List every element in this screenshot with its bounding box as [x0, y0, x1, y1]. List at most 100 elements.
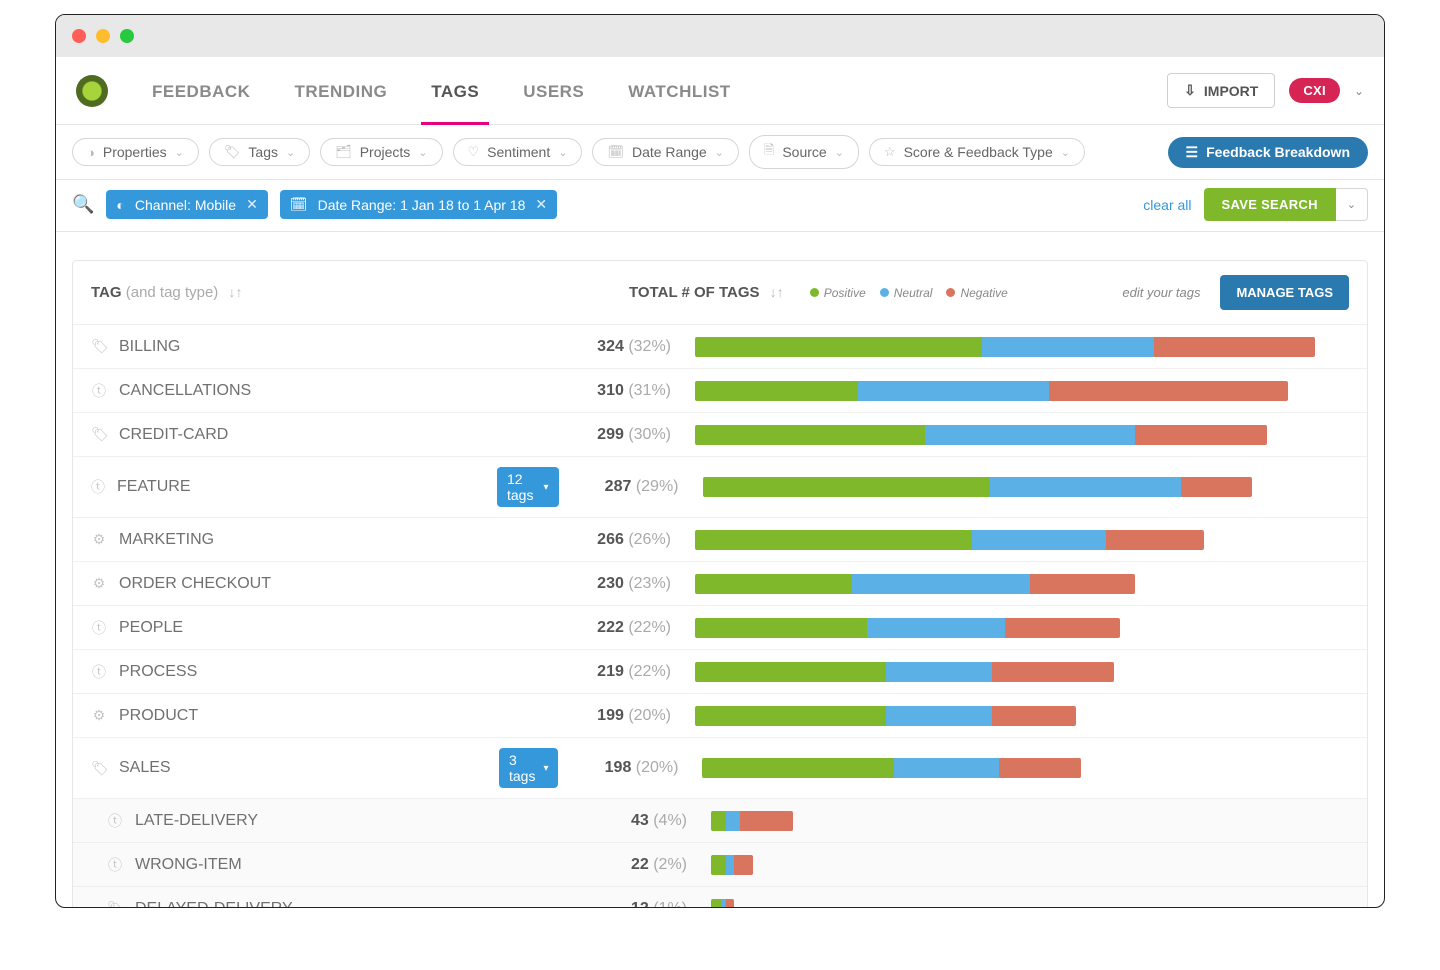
- tag-name: CREDIT-CARD: [119, 426, 499, 444]
- sentiment-bar: [702, 758, 1081, 778]
- tag-name: ORDER CHECKOUT: [119, 575, 499, 593]
- manage-tags-button[interactable]: MANAGE TAGS: [1220, 275, 1349, 310]
- tag-row[interactable]: 🏷CREDIT-CARD299 (30%): [73, 413, 1367, 457]
- properties-icon: ◑: [87, 145, 95, 160]
- chevron-down-icon: ▾: [543, 763, 548, 774]
- filter-bar: ◑Properties⌄ 🏷Tags⌄ 🗂Projects⌄ ♡Sentimen…: [56, 125, 1384, 180]
- filter-sentiment[interactable]: ♡Sentiment⌄: [453, 138, 583, 166]
- download-icon: ⇩: [1184, 82, 1196, 99]
- sentiment-bar: [703, 477, 1252, 497]
- tag-row[interactable]: ⓣLATE-DELIVERY43 (4%): [73, 799, 1367, 843]
- tag-name: PROCESS: [119, 663, 499, 681]
- user-menu-chevron-icon[interactable]: ⌄: [1354, 84, 1364, 98]
- tag-row[interactable]: 🏷SALES3 tags▾198 (20%): [73, 738, 1367, 799]
- type-icon: ⓣ: [107, 811, 123, 831]
- user-badge[interactable]: CXI: [1289, 78, 1340, 103]
- tag-row[interactable]: ⓣCANCELLATIONS310 (31%): [73, 369, 1367, 413]
- remove-filter-icon[interactable]: ✕: [535, 196, 547, 213]
- tag-row[interactable]: 🏷DELAYED-DELIVERY12 (1%): [73, 887, 1367, 908]
- column-header-total[interactable]: TOTAL # OF TAGS ↓↑: [629, 284, 784, 301]
- clear-all-link[interactable]: clear all: [1143, 197, 1191, 213]
- type-icon: ⓣ: [91, 381, 107, 401]
- app-logo: [76, 75, 108, 107]
- tag-row[interactable]: ⓣPROCESS219 (22%): [73, 650, 1367, 694]
- search-icon[interactable]: 🔍: [72, 194, 94, 215]
- window-titlebar: [56, 15, 1384, 57]
- edit-tags-hint: edit your tags: [1122, 285, 1200, 300]
- tag-row[interactable]: 🏷BILLING324 (32%): [73, 325, 1367, 369]
- active-filter-daterange[interactable]: 🗓 Date Range: 1 Jan 18 to 1 Apr 18 ✕: [280, 190, 557, 219]
- heart-icon: ♡: [468, 144, 480, 160]
- tag-icon: 🏷: [224, 144, 241, 160]
- chevron-down-icon: ⌄: [286, 146, 295, 159]
- tag-name: MARKETING: [119, 531, 499, 549]
- active-filter-channel[interactable]: ◐ Channel: Mobile ✕: [106, 190, 267, 219]
- window-close-button[interactable]: [72, 29, 86, 43]
- sort-icon: ↓↑: [228, 284, 242, 300]
- nav-tab-users[interactable]: USERS: [519, 58, 588, 124]
- tag-count: 198 (20%): [558, 759, 678, 777]
- filter-source[interactable]: 🗎Source⌄: [749, 135, 859, 169]
- tag-row[interactable]: ⓣWRONG-ITEM22 (2%): [73, 843, 1367, 887]
- folder-icon: 🗂: [335, 144, 352, 160]
- tag-row[interactable]: ⚙PRODUCT199 (20%): [73, 694, 1367, 738]
- expand-subtags-button[interactable]: 3 tags▾: [499, 748, 558, 788]
- tag-count: 22 (2%): [567, 856, 687, 874]
- tag-row[interactable]: ⚙ MARKETING 266 (26%): [73, 518, 1367, 562]
- window-minimize-button[interactable]: [96, 29, 110, 43]
- sentiment-bar: [695, 574, 1135, 594]
- save-search-button[interactable]: SAVE SEARCH: [1204, 188, 1336, 221]
- gear-icon: ⚙: [91, 531, 107, 548]
- tag-name: FEATURE: [117, 478, 497, 496]
- app-window: FEEDBACK TRENDING TAGS USERS WATCHLIST ⇩ IMP…: [55, 14, 1385, 908]
- tag-count: 199 (20%): [551, 707, 671, 725]
- chevron-down-icon: ⌄: [175, 146, 184, 159]
- tag-count: 266 (26%): [551, 531, 671, 549]
- sentiment-bar: [695, 618, 1120, 638]
- save-search-dropdown[interactable]: ⌄: [1336, 188, 1368, 221]
- filter-tags[interactable]: 🏷Tags⌄: [209, 138, 310, 166]
- nav-tab-feedback[interactable]: FEEDBACK: [148, 58, 254, 124]
- import-button[interactable]: ⇩ IMPORT: [1167, 73, 1275, 108]
- feedback-breakdown-button[interactable]: ☰Feedback Breakdown: [1168, 137, 1369, 168]
- window-zoom-button[interactable]: [120, 29, 134, 43]
- sentiment-legend: Positive Neutral Negative: [810, 286, 1008, 300]
- tag-row[interactable]: ⚙ ORDER CHECKOUT 230 (23%): [73, 562, 1367, 606]
- filter-projects[interactable]: 🗂Projects⌄: [320, 138, 442, 166]
- remove-filter-icon[interactable]: ✕: [246, 196, 258, 213]
- filter-score-type[interactable]: ☆Score & Feedback Type⌄: [869, 138, 1085, 166]
- expand-subtags-button[interactable]: 12 tags▾: [497, 467, 559, 507]
- nav-tab-tags[interactable]: TAGS: [427, 58, 483, 124]
- tag-icon: 🏷: [91, 760, 107, 777]
- filter-properties[interactable]: ◑Properties⌄: [72, 138, 199, 166]
- sentiment-bar: [695, 381, 1288, 401]
- tag-name: BILLING: [119, 338, 499, 356]
- tag-name: PEOPLE: [119, 619, 499, 637]
- tag-count: 43 (4%): [567, 812, 687, 830]
- tag-row[interactable]: ⓣFEATURE12 tags▾287 (29%): [73, 457, 1367, 518]
- nav-tab-trending[interactable]: TRENDING: [290, 58, 391, 124]
- tag-count: 12 (1%): [567, 900, 687, 909]
- nav-tab-watchlist[interactable]: WATCHLIST: [624, 58, 734, 124]
- type-icon: ⓣ: [91, 662, 107, 682]
- tag-row[interactable]: ⓣPEOPLE222 (22%): [73, 606, 1367, 650]
- tag-name: WRONG-ITEM: [135, 856, 515, 874]
- tag-count: 310 (31%): [551, 382, 671, 400]
- chevron-down-icon: ⌄: [835, 146, 844, 159]
- tag-count: 222 (22%): [551, 619, 671, 637]
- calendar-icon: 🗓: [607, 144, 624, 160]
- chevron-down-icon: ⌄: [1061, 146, 1070, 159]
- filter-date-range[interactable]: 🗓Date Range⌄: [592, 138, 738, 166]
- active-filters-row: 🔍 ◐ Channel: Mobile ✕ 🗓 Date Range: 1 Ja…: [56, 180, 1384, 232]
- chevron-down-icon: ⌄: [558, 146, 567, 159]
- column-header-tag[interactable]: TAG (and tag type) ↓↑: [91, 284, 242, 301]
- sentiment-bar: [695, 337, 1315, 357]
- bars-icon: ☰: [1186, 144, 1199, 161]
- chevron-down-icon: ⌄: [715, 146, 724, 159]
- gear-icon: ⚙: [91, 575, 107, 592]
- import-label: IMPORT: [1204, 83, 1258, 99]
- sentiment-bar: [711, 855, 753, 875]
- document-icon: 🗎: [764, 141, 774, 163]
- sentiment-bar: [711, 811, 793, 831]
- tag-count: 230 (23%): [551, 575, 671, 593]
